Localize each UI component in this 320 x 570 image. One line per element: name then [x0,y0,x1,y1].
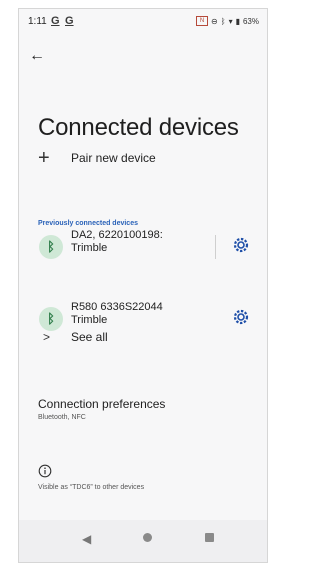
device-name: DA2, 6220100198: Trimble [71,229,231,255]
notification-g-icon: G [65,15,74,27]
bluetooth-icon: ᛒ [39,235,63,259]
battery-percent: 63% [242,16,259,26]
back-arrow-icon[interactable]: ← [29,46,49,66]
divider [215,235,216,259]
page-title: Connected devices [38,114,239,141]
phone-screen: 1:11 G G N ⊖ ᛒ ▾ ▮ 63% ← Connected devic… [18,8,268,563]
status-time: 1:11 [28,16,47,27]
see-all-row[interactable]: > See all [19,327,267,351]
device-name-line1: R580 6336S22044 [71,301,163,313]
device-name-line2: Trimble [71,314,108,326]
nfc-status-icon: N [196,16,209,26]
status-icons: N ⊖ ᛒ ▾ ▮ 63% [196,16,259,26]
notification-g-icon: G [51,15,60,27]
connection-preferences-subtitle: Bluetooth, NFC [38,414,86,421]
see-all-label: See all [71,330,108,344]
connection-preferences-row[interactable]: Connection preferences Bluetooth, NFC [19,397,267,429]
plus-icon: + [38,147,50,169]
visibility-text: Visible as “TDC6” to other devices [38,484,145,491]
section-header: Previously connected devices [38,220,138,227]
device-row[interactable]: ᛒ DA2, 6220100198: Trimble [19,227,267,273]
nav-back-icon[interactable]: ◀ [82,532,91,546]
battery-icon: ▮ [235,16,240,26]
navigation-bar: ◀ [19,520,267,562]
chevron-right-icon: > [43,330,51,344]
wifi-icon: ▾ [228,16,233,26]
dnd-icon: ⊖ [211,16,218,26]
info-icon [38,464,52,478]
gear-icon[interactable] [231,307,251,327]
gear-icon[interactable] [231,235,251,255]
status-bar: 1:11 G G N ⊖ ᛒ ▾ ▮ 63% [19,9,267,37]
bluetooth-status-icon: ᛒ [220,16,226,26]
device-name-line2: Trimble [71,242,108,254]
connection-preferences-title: Connection preferences [38,397,166,411]
nav-recents-icon[interactable] [205,533,214,542]
pair-new-device-row[interactable]: + Pair new device [19,145,267,175]
device-name-line1: DA2, 6220100198: [71,229,163,241]
nav-home-icon[interactable] [143,533,152,542]
pair-new-device-label: Pair new device [71,151,156,165]
device-name: R580 6336S22044 Trimble [71,301,231,327]
